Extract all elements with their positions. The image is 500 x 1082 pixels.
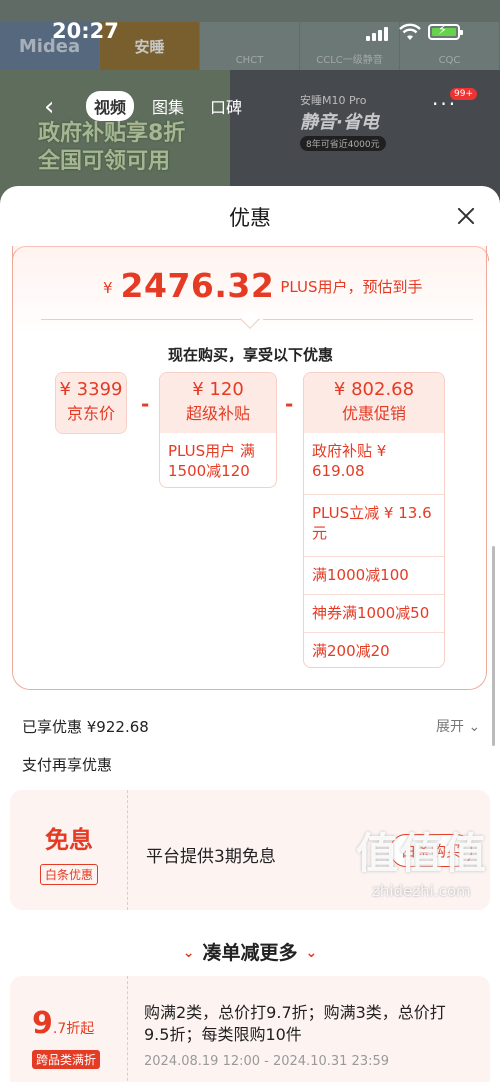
watermark-url: zhidezhi.com: [372, 882, 471, 900]
promotion-item-gov-subsidy: 政府补贴 ¥ 619.08: [304, 433, 444, 495]
promotion-item-coupon: 神券满1000减50: [304, 595, 444, 633]
more-deals-title: ⌄ 凑单减更多 ⌄: [182, 942, 318, 964]
sheet-title: 优惠: [229, 206, 271, 230]
breakdown-subhead: 现在购买，享受以下优惠: [167, 346, 333, 364]
final-price-note: PLUS用户，预估到手: [280, 278, 423, 296]
wifi-icon: [399, 23, 421, 40]
final-price: ¥2476.32 PLUS用户，预估到手: [103, 266, 423, 305]
deal-description: 购满2类，总价打9.7折；购满3类，总价打9.5折；每类限购10件: [144, 1003, 446, 1044]
jd-price-box: ¥ 3399 京东价: [55, 372, 127, 434]
chevron-down-icon: ⌄: [468, 719, 481, 735]
expand-button[interactable]: 展开 ⌄: [436, 716, 480, 736]
tab-reviews[interactable]: 口碑: [202, 91, 250, 121]
promotion-item-plus: PLUS立减 ¥ 13.6元: [304, 495, 444, 557]
minus-sign: -: [285, 392, 294, 416]
chevron-down-icon: ⌄: [305, 945, 318, 961]
price-breakdown-card: ¥2476.32 PLUS用户，预估到手 现在购买，享受以下优惠 ¥ 3399 京…: [12, 246, 489, 690]
total-saved: 已享优惠 ¥922.68: [22, 718, 149, 736]
scrollbar[interactable]: [492, 546, 495, 746]
coupon-tag: 白条优惠: [40, 864, 99, 885]
clock: 20:27: [52, 19, 119, 43]
tab-gallery[interactable]: 图集: [144, 91, 192, 121]
super-subsidy-box: ¥ 120 超级补贴 PLUS用户 满1500减120: [159, 372, 277, 488]
close-icon[interactable]: [454, 204, 478, 228]
minus-sign: -: [141, 392, 150, 416]
deal-date: 2024.08.19 12:00 - 2024.10.31 23:59: [144, 1054, 390, 1069]
tab-video[interactable]: 视频: [86, 91, 135, 121]
deal-tag: 跨品类满折: [32, 1050, 101, 1069]
coupon-type: 免息: [45, 826, 93, 854]
deal-rate: 9.7折起: [32, 1006, 95, 1041]
promotion-box: ¥ 802.68 优惠促销 政府补贴 ¥ 619.08 PLUS立减 ¥ 13.…: [303, 372, 445, 668]
media-tabs: 视频 图集 口碑: [86, 91, 250, 121]
cross-category-deal[interactable]: 9.7折起 跨品类满折 购满2类，总价打9.7折；购满3类，总价打9.5折；每类…: [10, 976, 490, 1082]
message-badge: 99+: [450, 88, 477, 100]
signal-icon: [366, 27, 388, 41]
status-bar: 20:27 ⚡: [0, 0, 500, 48]
back-icon[interactable]: ‹: [44, 92, 54, 122]
chevron-down-icon: ⌄: [182, 945, 195, 961]
promotion-item-1000-100: 满1000减100: [304, 557, 444, 595]
final-price-amount: 2476.32: [120, 266, 275, 305]
discount-sheet: 优惠 ¥2476.32 PLUS用户，预估到手 现在购买，享受以下优惠 ¥ 339…: [0, 186, 500, 1082]
subsidy-item: PLUS用户 满1500减120: [168, 442, 255, 480]
promotion-item-200-20: 满200减20: [312, 642, 390, 660]
watermark-logo: 值值值: [356, 829, 489, 878]
battery-icon: ⚡: [428, 23, 463, 40]
payment-offers-title: 支付再享优惠: [22, 756, 113, 774]
coupon-description: 平台提供3期免息: [146, 847, 276, 867]
